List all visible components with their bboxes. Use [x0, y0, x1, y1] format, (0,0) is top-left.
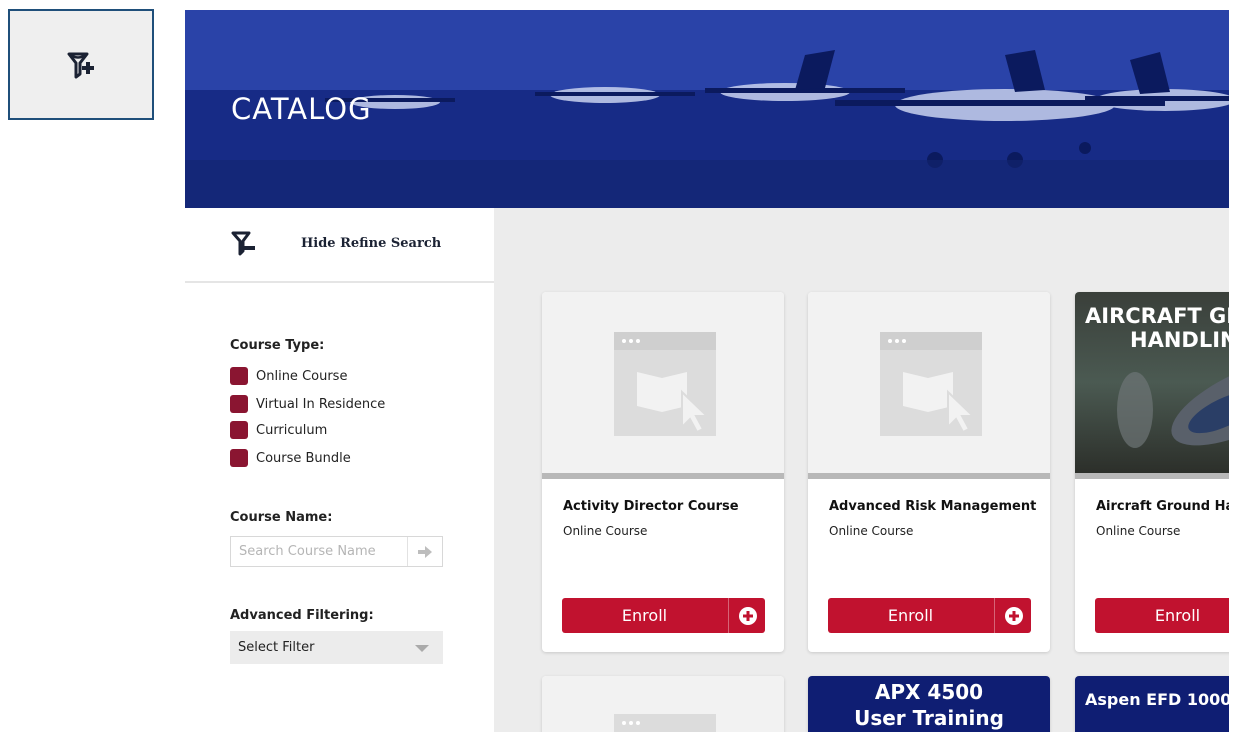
course-thumbnail — [808, 292, 1050, 473]
course-thumbnail — [542, 676, 784, 732]
arrow-right-icon — [418, 545, 432, 558]
course-title[interactable]: Activity Director Course — [563, 499, 739, 514]
tile-text: APX 4500 — [874, 680, 984, 704]
course-type: Online Course — [563, 524, 648, 538]
filter-virtual-in-residence[interactable]: Virtual In Residence — [230, 394, 385, 414]
course-title[interactable]: Advanced Risk Management — [829, 499, 1036, 514]
advanced-filtering-label: Advanced Filtering: — [230, 608, 374, 623]
course-card[interactable]: Aspen EFD 1000 — [1075, 676, 1229, 732]
course-title[interactable]: Aircraft Ground Handling — [1096, 499, 1229, 514]
course-thumbnail — [542, 292, 784, 473]
course-card[interactable]: Activity Director Course Online Course E… — [542, 292, 784, 652]
course-card[interactable]: AIRCRAFT GR HANDLIN Aircraft Ground Hand… — [1075, 292, 1229, 652]
enroll-label: Enroll — [1154, 606, 1201, 625]
course-type-label: Course Type: — [230, 338, 325, 353]
checkbox[interactable] — [230, 395, 248, 413]
course-name-search — [230, 536, 443, 567]
course-type: Online Course — [829, 524, 914, 538]
thumbnail-text: HANDLIN — [1130, 328, 1229, 352]
course-grid: Activity Director Course Online Course E… — [494, 208, 1229, 732]
enroll-button[interactable]: Enroll — [1095, 598, 1229, 633]
hide-refine-search-button[interactable]: Hide Refine Search — [185, 208, 494, 283]
online-course-placeholder-icon — [614, 714, 716, 732]
filter-label: Curriculum — [256, 422, 328, 438]
page-title: CATALOG — [231, 92, 372, 126]
online-course-placeholder-icon — [880, 332, 982, 436]
enroll-button[interactable]: Enroll — [562, 598, 765, 633]
filter-minus-icon — [231, 230, 257, 260]
search-submit-button[interactable] — [407, 537, 442, 566]
thumbnail-divider — [808, 473, 1050, 479]
online-course-placeholder-icon — [614, 332, 716, 436]
plus-circle-icon — [728, 598, 766, 633]
tile-text: Aspen EFD 1000 — [1085, 690, 1229, 709]
advanced-filter-select[interactable]: Select Filter — [230, 631, 443, 664]
hide-refine-search-label: Hide Refine Search — [301, 236, 442, 251]
course-type: Online Course — [1096, 524, 1181, 538]
filter-label: Virtual In Residence — [256, 396, 386, 412]
enroll-button[interactable]: Enroll — [828, 598, 1031, 633]
course-card[interactable]: APX 4500 User Training — [808, 676, 1050, 732]
thumbnail-text: AIRCRAFT GR — [1085, 304, 1229, 328]
enroll-label: Enroll — [621, 606, 668, 625]
course-name-label: Course Name: — [230, 510, 333, 525]
thumbnail-divider — [542, 473, 784, 479]
tile-text: User Training — [854, 706, 1004, 730]
catalog-banner: CATALOG — [185, 10, 1229, 208]
filter-online-course[interactable]: Online Course — [230, 366, 347, 386]
enroll-label: Enroll — [887, 606, 934, 625]
filter-label: Online Course — [256, 368, 348, 384]
refine-search-sidebar: Hide Refine Search Course Type: Online C… — [185, 208, 494, 732]
thumbnail-divider — [1075, 473, 1229, 479]
course-card[interactable] — [542, 676, 784, 732]
filter-label: Course Bundle — [256, 450, 351, 466]
checkbox[interactable] — [230, 367, 248, 385]
show-filter-toggle[interactable] — [8, 9, 154, 120]
course-thumbnail-image: AIRCRAFT GR HANDLIN — [1075, 292, 1229, 473]
filter-plus-icon — [67, 52, 94, 78]
plus-circle-icon — [994, 598, 1032, 633]
search-input[interactable] — [231, 537, 407, 566]
checkbox[interactable] — [230, 421, 248, 439]
select-value: Select Filter — [238, 640, 315, 655]
chevron-down-icon — [415, 645, 429, 652]
course-card[interactable]: Advanced Risk Management Online Course E… — [808, 292, 1050, 652]
filter-curriculum[interactable]: Curriculum — [230, 420, 327, 440]
filter-course-bundle[interactable]: Course Bundle — [230, 448, 351, 468]
checkbox[interactable] — [230, 449, 248, 467]
